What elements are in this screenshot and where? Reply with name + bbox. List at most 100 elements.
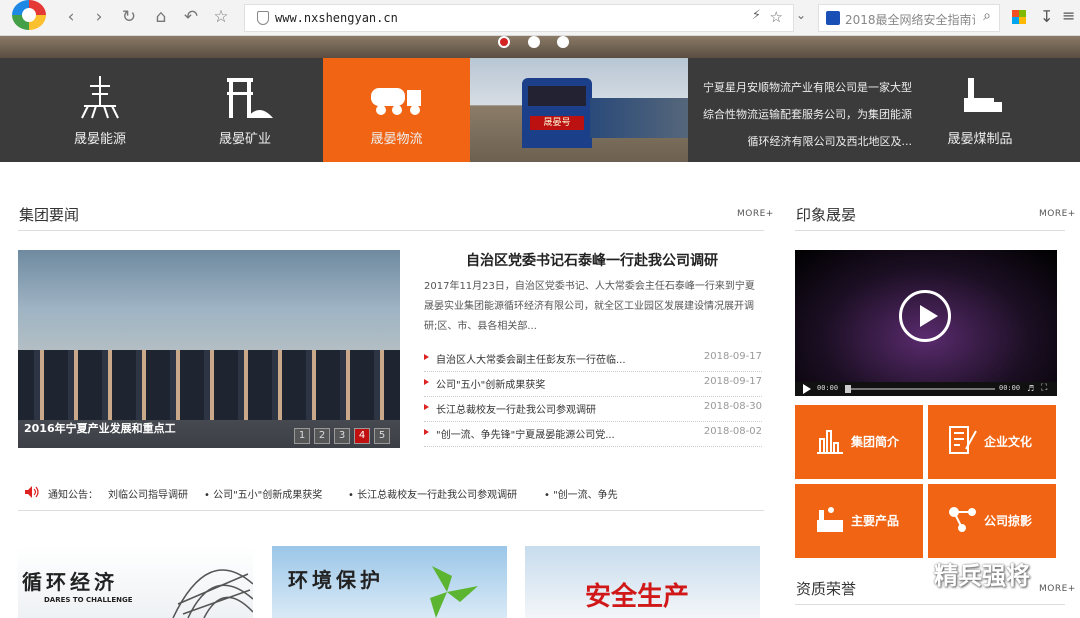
quick-link-label: 企业文化 [984,435,1033,449]
search-box[interactable]: 2018最全网络安全指南让 ⌕ [818,4,1000,32]
lightning-icon[interactable]: ⚡ [752,8,761,23]
pinwheel-icon [430,566,478,618]
quick-link-group-intro[interactable]: 集团简介 [795,405,923,479]
quick-link-products[interactable]: 主要产品 [795,484,923,558]
notice-item-text[interactable]: 公司"五小"创新成果获奖 [213,490,322,501]
search-input[interactable]: 2018最全网络安全指南让 [845,11,975,28]
news-item-date: 2018-08-02 [703,426,762,437]
search-icon[interactable]: ⌕ [983,8,991,24]
train-plate: 晟晏号 [530,116,584,130]
more-link-news[interactable]: MORE+ [737,209,774,219]
quick-link-label: 公司掠影 [984,514,1033,528]
notice-item[interactable]: • 公司"五小"创新成果获奖 [204,486,322,501]
page-button-5[interactable]: 5 [374,428,390,444]
tile-environment[interactable]: 环境保护 [272,546,507,618]
industry-energy[interactable]: 晟晏能源 [50,58,150,162]
baidu-paw-icon [826,11,840,25]
tile-subtitle: DARES TO CHALLENGE [44,596,133,604]
video-progress-handle[interactable] [845,385,851,393]
tile-safety[interactable]: 安全生产 [525,546,760,618]
section-title-news: 集团要闻 [19,206,80,224]
notice-item-text[interactable]: 长江总裁校友一行赴我公司参观调研 [357,490,517,501]
divider [795,604,1065,605]
industry-label: 晟晏物流 [370,132,423,147]
mine-tower-icon [227,78,273,118]
notice-item[interactable]: 刘临公司指导调研 [108,486,188,501]
news-item-title[interactable]: "创一流、争先锋"宁夏晟晏能源公司党... [436,426,615,441]
quick-link-gallery[interactable]: 公司掠影 [928,484,1056,558]
news-item[interactable]: 自治区人大常委会副主任彭友东一行莅临... 2018-09-17 [424,348,762,372]
industry-label: 晟晏能源 [73,132,126,147]
share-nodes-icon [949,507,976,532]
bookmark-star-icon[interactable]: ☆ [770,8,783,26]
more-link-qualification[interactable]: MORE+ [1039,584,1076,594]
industry-label: 晟晏煤制品 [947,132,1013,147]
url-text[interactable]: www.nxshengyan.cn [275,11,398,25]
download-icon[interactable]: ↧ [1040,7,1053,26]
wechat-watermark: 精兵强将 [892,556,1030,591]
industry-nav: 晟晏能源 晟晏矿业 晟晏物流 晟晏号 宁夏星月安顺物流产业有限公司是一家大型综合… [0,58,1080,162]
tile-title: 环境保护 [288,568,384,592]
lead-news-title[interactable]: 自治区党委书记石泰峰一行赴我公司调研 [420,250,764,270]
slide-dot-1[interactable] [498,36,510,48]
undo-icon[interactable]: ↶ [180,6,202,28]
volume-icon[interactable]: ♬ [1027,384,1034,393]
news-item[interactable]: 长江总裁校友一行赴我公司参观调研 2018-08-30 [424,398,762,422]
news-item-date: 2018-08-30 [703,401,762,412]
factory-icon [964,78,1002,112]
slide-dot-3[interactable] [557,36,569,48]
quick-link-label: 主要产品 [851,514,900,528]
star-icon[interactable]: ☆ [210,6,232,28]
notice-label: 通知公告： [48,490,98,501]
play-small-icon[interactable] [803,384,811,394]
home-icon[interactable]: ⌂ [150,6,172,28]
factory-icon [817,507,843,532]
news-item[interactable]: 公司"五小"创新成果获奖 2018-09-17 [424,373,762,397]
quick-link-label: 集团简介 [851,435,900,449]
menu-icon[interactable]: ≡ [1062,6,1075,25]
page-button-4[interactable]: 4 [354,428,370,444]
chevron-down-icon[interactable]: ⌄ [796,8,806,22]
notice-item[interactable]: • 长江总裁校友一行赴我公司参观调研 [348,486,517,501]
apps-grid-icon[interactable] [1012,10,1026,24]
page-button-1[interactable]: 1 [294,428,310,444]
industry-mining[interactable]: 晟晏矿业 [195,58,295,162]
photo-caption[interactable]: 2016年宁夏产业发展和重点工 [24,420,176,436]
tile-circular-economy[interactable]: 循环经济 DARES TO CHALLENGE [18,546,253,618]
slide-dot-2[interactable] [528,36,540,48]
video-duration: 00:00 [999,384,1021,392]
document-pen-icon [949,426,977,454]
fullscreen-icon[interactable]: ⛶ [1041,383,1047,393]
banner-slider [0,36,1080,58]
play-icon[interactable] [899,290,951,342]
notice-item-text[interactable]: "创一流、争先 [553,490,618,501]
triangle-bullet-icon [424,404,429,410]
browser-logo-icon[interactable] [12,0,46,30]
notice-item[interactable]: • "创一流、争先 [544,486,618,501]
news-item-title[interactable]: 自治区人大常委会副主任彭友东一行莅临... [436,351,626,366]
watermark-text: 精兵强将 [934,562,1030,590]
news-item[interactable]: "创一流、争先锋"宁夏晟晏能源公司党... 2018-08-02 [424,423,762,447]
address-bar[interactable]: www.nxshengyan.cn ⚡ ☆ [244,4,794,32]
train-photo: 晟晏号 [470,58,688,162]
reload-icon[interactable]: ↻ [118,6,140,28]
sphere-structure-icon [172,569,253,618]
video-controls: 00:00 00:00 ♬ ⛶ [795,382,1057,396]
page-button-2[interactable]: 2 [314,428,330,444]
video-progress-bar[interactable] [847,388,995,390]
industry-logistics[interactable]: 晟晏物流 [323,58,470,162]
news-item-date: 2018-09-17 [703,376,762,387]
notice-ticker: 通知公告： 刘临公司指导调研 • 公司"五小"创新成果获奖 • 长江总裁校友一行… [18,483,764,505]
news-photo-slider[interactable]: 2016年宁夏产业发展和重点工 1 2 3 4 5 [18,250,400,448]
video-player[interactable]: 00:00 00:00 ♬ ⛶ [795,250,1057,396]
more-link-impression[interactable]: MORE+ [1039,209,1076,219]
forward-icon[interactable]: › [88,6,110,28]
industry-coal-products[interactable]: 晟晏煤制品 [930,58,1030,162]
page-button-3[interactable]: 3 [334,428,350,444]
triangle-bullet-icon [424,379,429,385]
quick-link-culture[interactable]: 企业文化 [928,405,1056,479]
news-item-title[interactable]: 公司"五小"创新成果获奖 [436,376,545,391]
back-icon[interactable]: ‹ [60,6,82,28]
news-item-title[interactable]: 长江总裁校友一行赴我公司参观调研 [436,401,596,416]
triangle-bullet-icon [424,354,429,360]
